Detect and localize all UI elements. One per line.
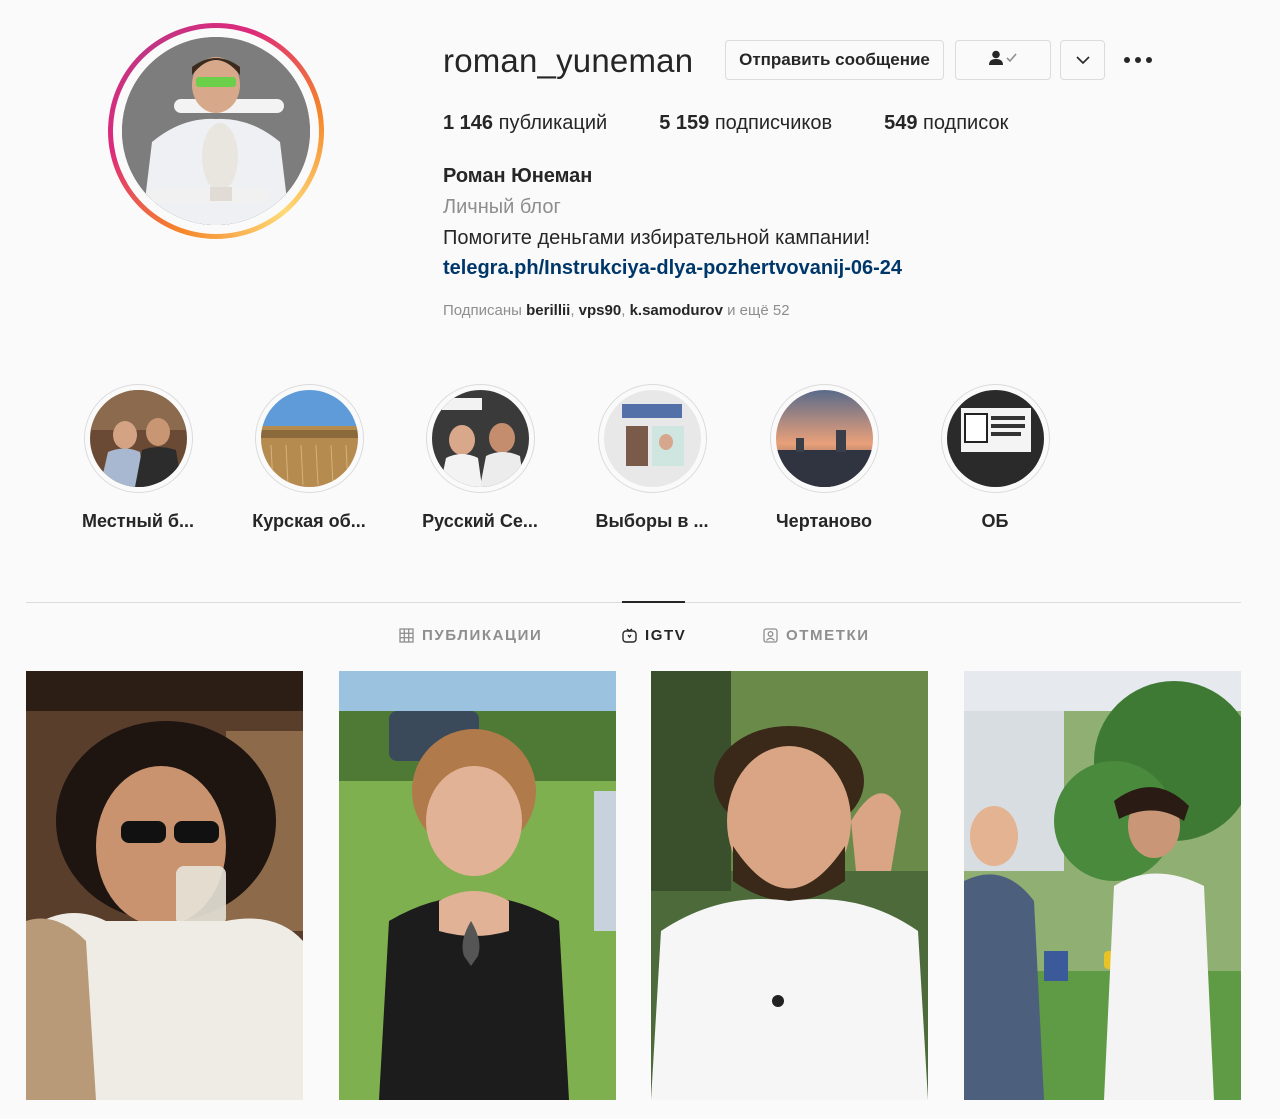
profile-full-name: Роман Юнеман bbox=[443, 165, 593, 187]
tab-tagged[interactable]: ОТМЕТКИ bbox=[763, 627, 870, 644]
highlight-label: Местный б... bbox=[81, 511, 195, 531]
followers-stat[interactable]: 5 159 подписчиков bbox=[659, 112, 832, 135]
following-status-button[interactable] bbox=[955, 40, 1051, 80]
highlight-cover bbox=[260, 390, 358, 487]
grid-icon bbox=[399, 628, 414, 643]
posts-stat: 1 146 публикаций bbox=[443, 112, 607, 135]
followers-count: 5 159 bbox=[659, 112, 710, 134]
options-button[interactable] bbox=[1120, 48, 1156, 72]
profile-avatar-ring[interactable] bbox=[108, 23, 324, 239]
followed-by[interactable]: Подписаны berillii, vps90, k.samodurov и… bbox=[443, 302, 790, 319]
igtv-icon bbox=[622, 628, 637, 643]
highlight-item[interactable]: Русский Се... bbox=[415, 384, 545, 532]
person-check-icon bbox=[988, 50, 1018, 71]
avatar-ring-gap bbox=[113, 28, 319, 234]
send-message-button[interactable]: Отправить сообщение bbox=[725, 40, 944, 80]
active-tab-indicator bbox=[622, 601, 685, 603]
highlight-cover bbox=[89, 390, 187, 487]
tab-tagged-label: ОТМЕТКИ bbox=[786, 627, 870, 644]
followers-label: подписчиков bbox=[714, 112, 833, 134]
profile-avatar bbox=[122, 37, 310, 225]
highlight-label: Выборы в ... bbox=[595, 511, 709, 531]
igtv-video-tile[interactable] bbox=[651, 671, 928, 1100]
highlight-ring bbox=[940, 384, 1050, 493]
posts-label: публикаций bbox=[498, 112, 608, 134]
highlight-cover bbox=[431, 390, 529, 487]
tab-posts-label: ПУБЛИКАЦИИ bbox=[422, 627, 543, 644]
highlight-cover bbox=[946, 390, 1044, 487]
tab-igtv[interactable]: IGTV bbox=[622, 627, 686, 644]
highlight-item[interactable]: Выборы в ... bbox=[587, 384, 717, 532]
tagged-icon bbox=[763, 628, 778, 643]
posts-count: 1 146 bbox=[443, 112, 494, 134]
following-stat[interactable]: 549 подписок bbox=[884, 112, 1008, 135]
igtv-video-tile[interactable] bbox=[339, 671, 616, 1100]
tab-igtv-label: IGTV bbox=[645, 627, 687, 644]
profile-bio: Помогите деньгами избирательной кампании… bbox=[443, 227, 871, 249]
tab-posts[interactable]: ПУБЛИКАЦИИ bbox=[399, 627, 542, 644]
highlight-label: Курская об... bbox=[252, 511, 366, 531]
following-count: 549 bbox=[884, 112, 918, 134]
profile-category: Личный блог bbox=[443, 196, 561, 218]
profile-website-link[interactable]: telegra.ph/Instrukciya-dlya-pozhertvovan… bbox=[443, 257, 902, 280]
highlight-item[interactable]: Курская об... bbox=[244, 384, 374, 532]
highlight-ring bbox=[769, 384, 879, 493]
highlight-label: Русский Се... bbox=[422, 511, 538, 531]
highlight-label: Чертаново bbox=[776, 511, 872, 531]
highlight-item[interactable]: Чертаново bbox=[759, 384, 889, 532]
highlight-ring bbox=[254, 384, 364, 493]
followed-by-prefix: Подписаны bbox=[443, 302, 522, 319]
followed-by-suffix: и ещё 52 bbox=[727, 302, 790, 319]
profile-username: roman_yuneman bbox=[443, 42, 694, 79]
highlight-item[interactable]: ОБ bbox=[930, 384, 1060, 532]
highlight-item[interactable]: Местный б... bbox=[73, 384, 203, 532]
highlight-ring bbox=[83, 384, 193, 493]
followed-by-user: k.samodurov bbox=[629, 302, 723, 319]
followed-by-user: berillii bbox=[526, 302, 571, 319]
ellipsis-icon bbox=[1123, 51, 1153, 69]
igtv-video-tile[interactable] bbox=[26, 671, 303, 1100]
profile-stats: 1 146 публикаций 5 159 подписчиков 549 п… bbox=[443, 112, 1060, 135]
highlight-ring bbox=[425, 384, 535, 493]
suggested-dropdown-button[interactable] bbox=[1060, 40, 1105, 80]
following-label: подписок bbox=[923, 112, 1009, 134]
chevron-down-icon bbox=[1075, 50, 1090, 70]
highlight-cover bbox=[603, 390, 701, 487]
highlight-label: ОБ bbox=[981, 511, 1009, 531]
highlight-ring bbox=[597, 384, 707, 493]
igtv-video-tile[interactable] bbox=[964, 671, 1241, 1100]
followed-by-user: vps90 bbox=[578, 302, 622, 319]
highlight-cover bbox=[775, 390, 873, 487]
